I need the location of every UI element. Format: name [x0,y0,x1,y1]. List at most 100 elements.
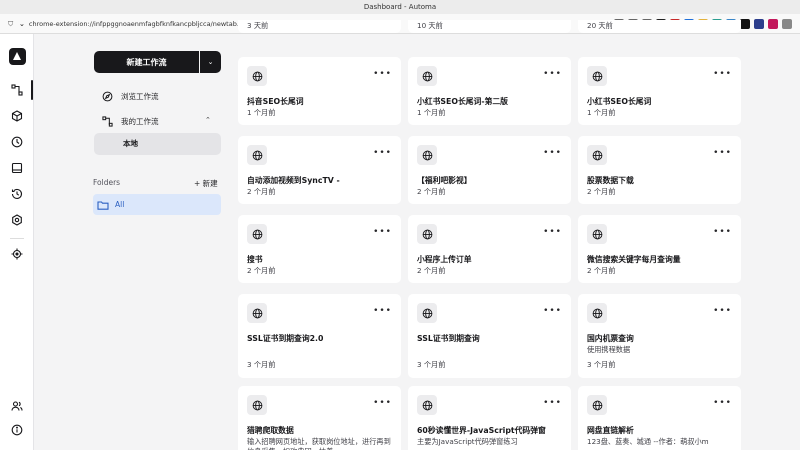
workflow-updated: 20 天前 [587,21,613,30]
compass-icon [102,91,113,101]
more-options-icon[interactable]: ••• [543,148,562,158]
workflow-card[interactable]: ••• SSL证书到期查询2.0 3 个月前 [238,294,401,378]
folders-heading: Folders [93,178,121,187]
workflow-card[interactable]: ••• 抖音SEO长尾词 1 个月前 [238,57,401,125]
workflow-updated: 1 个月前 [587,108,616,117]
workflows-icon[interactable] [9,82,25,98]
more-options-icon[interactable]: ••• [713,148,732,158]
new-workflow-button[interactable]: 新建工作流 [94,51,199,73]
globe-icon [247,145,267,165]
workflow-updated: 3 天前 [247,21,269,30]
workflow-name: 自动添加视频到SyncTV - [247,176,340,185]
ext-pink-icon[interactable] [768,18,778,29]
more-options-icon[interactable]: ••• [543,398,562,408]
globe-icon [417,145,437,165]
workflow-card[interactable]: ••• 国内机票查询 使用携程数据 3 个月前 [578,294,741,378]
workflow-description: 输入招聘网页地址，获取岗位地址，进行再到信息采集，扣攻典团，拮着 [247,437,391,450]
workflow-updated: 3 个月前 [417,360,446,369]
workflow-sidebar: 新建工作流 ⌄ 浏览工作流 我的工作流 ⌃ 本地 Folders + 新建 Al… [34,34,234,450]
my-workflows-label: 我的工作流 [121,116,159,126]
workflow-card[interactable]: 20 天前 [578,20,741,33]
workflow-name: 搜书 [247,255,263,264]
workflow-card[interactable]: ••• 【福利吧影视】 2 个月前 [408,136,571,204]
more-options-icon[interactable]: ••• [373,69,392,79]
clock-icon[interactable] [9,134,25,150]
more-options-icon[interactable]: ••• [373,398,392,408]
workflow-updated: 3 个月前 [247,360,276,369]
globe-icon [417,303,437,323]
workflow-card[interactable]: ••• 60秒读懂世界-JavaScript代码弹窗 主要为JavaScript代码… [408,386,571,450]
more-options-icon[interactable]: ••• [713,398,732,408]
workflow-card[interactable]: ••• 小程序上传订单 2 个月前 [408,215,571,283]
history-icon[interactable] [9,186,25,202]
globe-icon [247,395,267,415]
automa-logo-icon[interactable] [9,48,26,65]
workflow-card[interactable]: ••• 网盘直链解析 123盘、蓝奏、城通 --作者：萌叔小m [578,386,741,450]
workflow-description: 使用携程数据 [587,345,631,354]
workflow-card[interactable]: ••• 股票数据下载 2 个月前 [578,136,741,204]
more-options-icon[interactable]: ••• [543,227,562,237]
folder-icon [97,200,109,210]
more-options-icon[interactable]: ••• [713,306,732,316]
local-workflows-item[interactable]: 本地 [94,133,221,155]
workflow-card[interactable]: ••• 小红书SEO长尾词 1 个月前 [578,57,741,125]
more-options-icon[interactable]: ••• [543,306,562,316]
workflow-card[interactable]: ••• 猎聘爬取数据输入招聘网页地址，获取岗位地址，进行再到信息采集，扣攻典团，拮… [238,386,401,450]
active-indicator [31,80,33,100]
workflow-name: SSL证书到期查询 [417,334,480,343]
crosshair-icon[interactable] [9,246,25,262]
dropdown-chevron-icon[interactable]: ⌄ [19,20,25,28]
workflow-card[interactable]: 10 天前 [408,20,571,33]
ext-grey-icon[interactable] [782,18,792,29]
workflow-updated: 2 个月前 [417,266,446,275]
shield-icon[interactable]: ⛉ [8,20,16,28]
workflow-name: 抖音SEO长尾词 [247,97,304,106]
storage-icon[interactable] [9,160,25,176]
new-workflow-dropdown[interactable]: ⌄ [200,51,221,73]
workflow-card[interactable]: 3 天前 [238,20,401,33]
workflow-card[interactable]: ••• 小红书SEO长尾词-第二版 1 个月前 [408,57,571,125]
browse-workflows-link[interactable]: 浏览工作流 [102,88,159,104]
icon-rail [0,34,34,450]
workflow-name: 小红书SEO长尾词 [587,97,652,106]
workflow-updated: 2 个月前 [587,187,616,196]
workflow-name: 【福利吧影视】 [417,176,472,185]
workflow-card[interactable]: ••• SSL证书到期查询 3 个月前 [408,294,571,378]
more-options-icon[interactable]: ••• [373,148,392,158]
workflow-updated: 2 个月前 [587,266,616,275]
globe-icon [587,303,607,323]
more-options-icon[interactable]: ••• [373,227,392,237]
workflow-tree-icon [102,115,113,127]
browse-label: 浏览工作流 [121,91,159,101]
chevron-down-icon: ⌄ [207,58,214,66]
workflow-updated: 10 天前 [417,21,443,30]
more-options-icon[interactable]: ••• [713,227,732,237]
ext-navy-icon[interactable] [754,18,764,29]
users-icon[interactable] [9,398,25,414]
globe-icon [587,224,607,244]
folder-all-item[interactable]: All [93,194,221,215]
my-workflows-link[interactable]: 我的工作流 [102,113,159,129]
workflow-card[interactable]: ••• 自动添加视频到SyncTV - 2 个月前 [238,136,401,204]
window-title: Dashboard - Automa [0,0,800,14]
chevron-up-icon[interactable]: ⌃ [205,116,211,124]
workflow-card[interactable]: ••• 微信搜索关键字每月查询量 2 个月前 [578,215,741,283]
rail-divider [10,238,24,239]
workflow-name: 60秒读懂世界-JavaScript代码弹窗 [417,426,546,435]
more-options-icon[interactable]: ••• [713,69,732,79]
new-folder-button[interactable]: + 新建 [194,178,218,189]
workflow-updated: 2 个月前 [247,266,276,275]
workflow-updated: 2 个月前 [417,187,446,196]
workflow-name: 国内机票查询 [587,334,634,343]
settings-icon[interactable] [9,212,25,228]
package-icon[interactable] [9,108,25,124]
workflow-description: 123盘、蓝奏、城通 --作者：萌叔小m [587,437,709,446]
workflow-card[interactable]: ••• 搜书 2 个月前 [238,215,401,283]
globe-icon [417,66,437,86]
more-options-icon[interactable]: ••• [543,69,562,79]
workflow-name: 小红书SEO长尾词-第二版 [417,97,508,106]
info-icon[interactable] [9,422,25,438]
workflow-name: 微信搜索关键字每月查询量 [587,255,681,264]
more-options-icon[interactable]: ••• [373,306,392,316]
globe-icon [247,303,267,323]
